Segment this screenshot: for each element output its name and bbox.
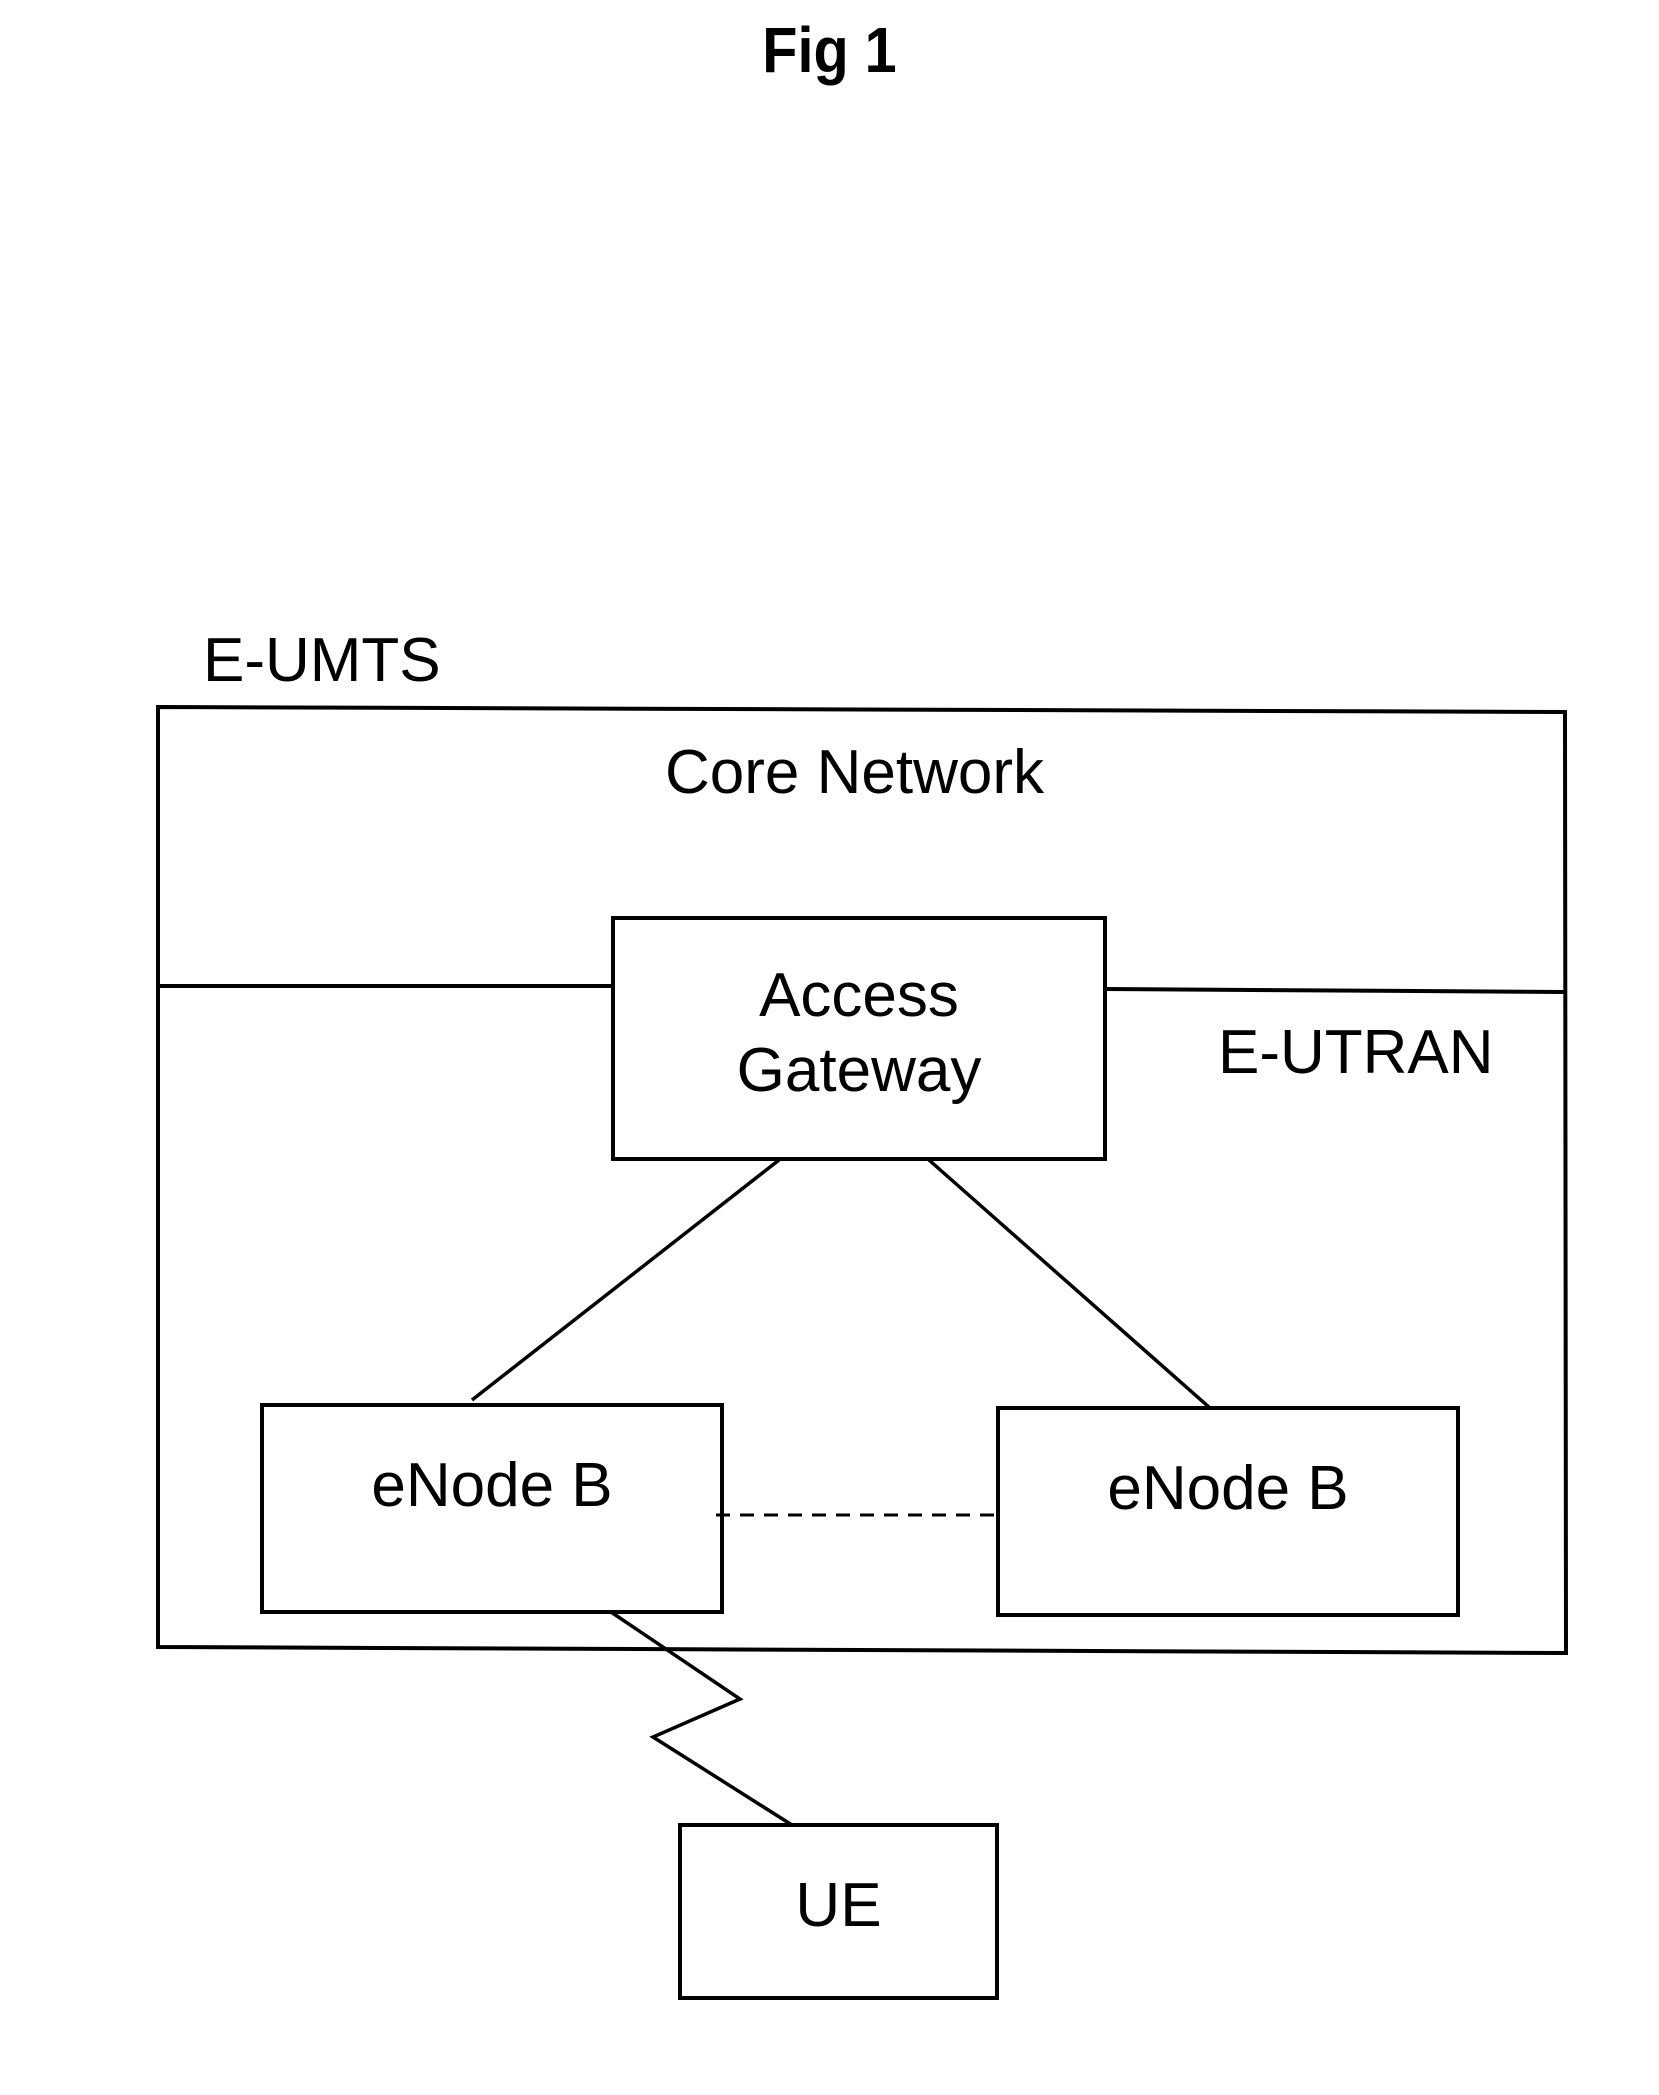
radio-link-zigzag xyxy=(610,1610,793,1827)
enodeb-left-label: eNode B xyxy=(371,1451,613,1520)
e-utran-label: E-UTRAN xyxy=(1218,1018,1494,1087)
e-umts-label: E-UMTS xyxy=(203,626,441,695)
link-gateway-enodeb-left xyxy=(470,1158,781,1402)
access-gateway-label-line2: Gateway xyxy=(736,1036,982,1105)
core-network-divider-right xyxy=(1104,987,1567,994)
link-gateway-enodeb-right xyxy=(927,1158,1212,1410)
access-gateway-label-line1: Access xyxy=(759,961,959,1030)
ue-label: UE xyxy=(795,1871,882,1940)
enodeb-right-label: eNode B xyxy=(1107,1454,1349,1523)
core-network-label: Core Network xyxy=(665,738,1044,807)
